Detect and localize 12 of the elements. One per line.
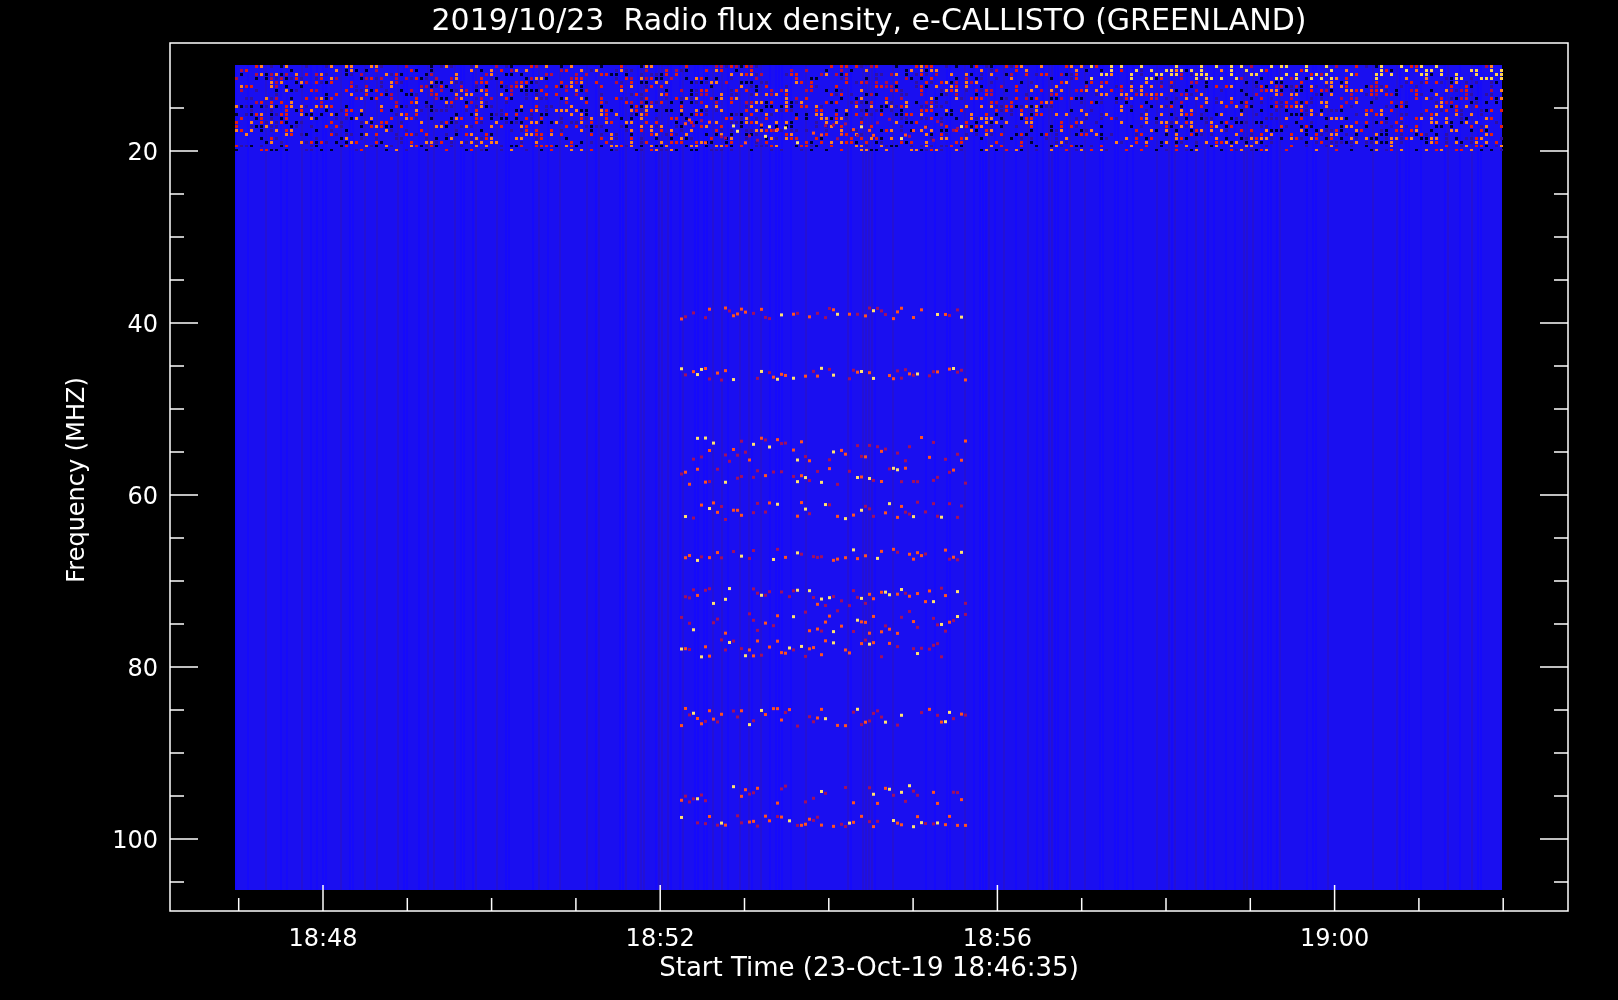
axis-label: Frequency (MHZ)	[62, 377, 90, 583]
chart-title: 2019/10/23 Radio flux density, e-CALLISTO (GREENLAND)	[431, 2, 1307, 37]
axis-label: Start Time (23-Oct-19 18:46:35)	[659, 952, 1079, 982]
tick-label: 19:00	[1300, 924, 1370, 952]
tick-label: 60	[127, 482, 158, 510]
tick-label: 80	[127, 654, 158, 682]
tick-label: 18:52	[625, 924, 695, 952]
tick-label: 40	[127, 310, 158, 338]
tick-label: 18:56	[962, 924, 1032, 952]
tick-label: 18:48	[288, 924, 358, 952]
tick-label: 100	[112, 826, 158, 854]
tick-label: 20	[127, 138, 158, 166]
